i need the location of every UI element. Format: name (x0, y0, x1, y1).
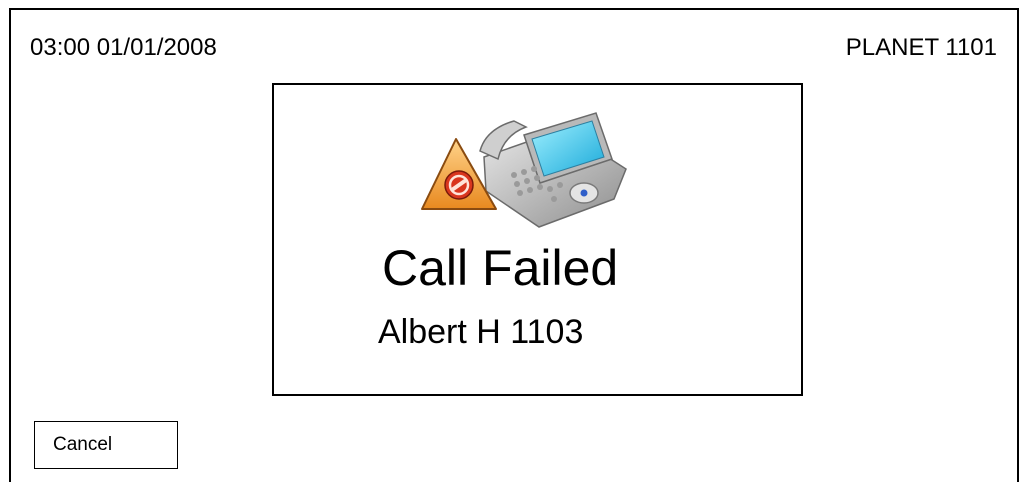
cancel-button[interactable]: Cancel (34, 421, 178, 469)
call-failed-dialog: Call Failed Albert H 1103 (272, 83, 803, 396)
phone-call-failed-warning-icon (421, 112, 627, 228)
callee-name: Albert H 1103 (378, 313, 584, 351)
extension-label: PLANET 1101 (845, 34, 997, 61)
date-time-display: 03:00 01/01/2008 (30, 34, 217, 61)
dialog-title: Call Failed (382, 240, 619, 296)
